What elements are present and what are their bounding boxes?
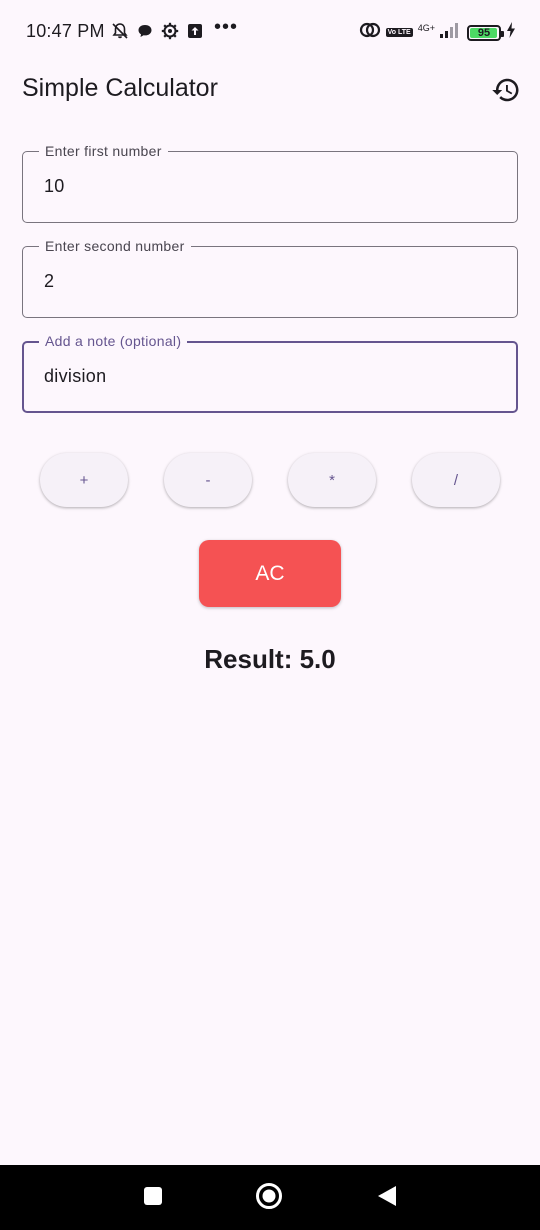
home-button[interactable] [254,1182,284,1215]
add-button[interactable]: + [40,453,128,507]
second-number-field[interactable]: Enter second number [22,238,518,318]
first-number-input[interactable] [44,176,494,197]
divide-button[interactable]: / [412,453,500,507]
note-input[interactable] [44,366,494,387]
second-number-input[interactable] [44,271,494,292]
calculator-screen: 10:47 PM ••• Vo LTE 4G+ 95 Simple Calcul… [0,0,540,1230]
charging-icon [506,22,516,43]
back-triangle-icon [375,1184,399,1213]
subtract-button[interactable]: - [164,453,252,507]
result-text: Result: 5.0 [204,644,336,674]
signal-icon [440,22,462,43]
settings-gear-icon [161,22,179,40]
second-number-label: Enter second number [39,238,191,254]
back-button[interactable] [372,1183,402,1213]
status-icons-right: Vo LTE 4G+ 95 [359,21,516,44]
note-field[interactable]: Add a note (optional) [22,333,518,413]
hotspot-icon [359,21,381,44]
battery-icon: 95 [467,24,504,41]
first-number-field[interactable]: Enter first number [22,143,518,223]
upload-icon [186,22,204,40]
clear-all-button[interactable]: AC [199,540,341,607]
app-title: Simple Calculator [22,74,218,102]
home-circle-icon [255,1182,283,1215]
chat-bubble-icon [136,22,154,40]
system-nav-bar [0,1165,540,1230]
status-bar: 10:47 PM ••• Vo LTE 4G+ 95 [0,0,540,64]
muted-bell-icon [111,22,129,40]
status-icons-left [111,22,204,40]
note-label: Add a note (optional) [39,333,188,349]
recents-square-icon [143,1186,163,1211]
app-bar: Simple Calculator [0,64,540,120]
volte-icon: Vo LTE [385,28,413,37]
more-notifications-icon: ••• [214,16,239,38]
first-number-label: Enter first number [39,143,168,159]
battery-percent: 95 [477,26,491,39]
history-button[interactable] [484,70,528,114]
network-type-label: 4G+ [417,22,435,33]
multiply-button[interactable]: * [288,453,376,507]
recents-button[interactable] [138,1183,168,1213]
history-icon [491,75,521,110]
status-time: 10:47 PM [26,21,105,41]
